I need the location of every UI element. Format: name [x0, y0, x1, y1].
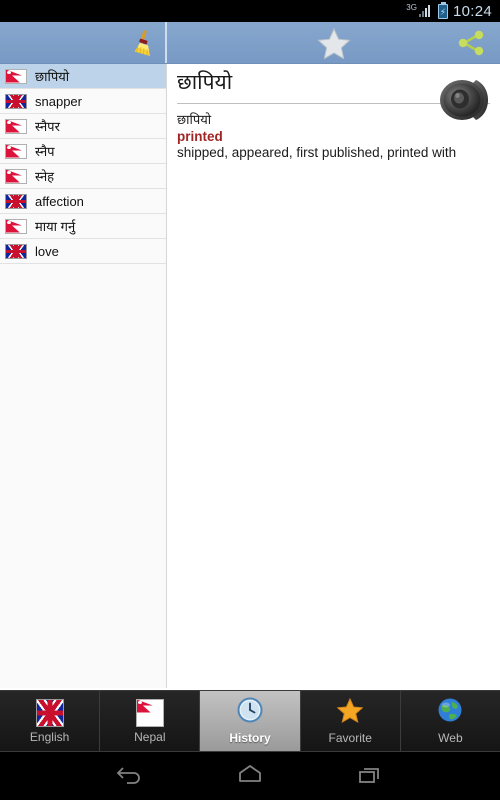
battery-charging-icon: ⚡ [437, 1, 448, 19]
tab-label: Web [438, 731, 463, 745]
speaker-icon[interactable] [436, 74, 492, 131]
list-item[interactable]: स्नैपर [0, 114, 166, 139]
tab-label: History [229, 731, 271, 745]
tab-web[interactable]: Web [400, 691, 500, 751]
list-item-label: स्नैप [35, 144, 55, 159]
nepal-flag-icon [135, 698, 164, 727]
status-clock: 10:24 [452, 2, 492, 20]
list-item[interactable]: affection [0, 189, 166, 214]
signal-bars-icon [418, 5, 433, 17]
list-item[interactable]: छापियो [0, 64, 166, 89]
uk-flag-icon [5, 193, 27, 209]
tab-favorite[interactable]: Favorite [300, 691, 401, 751]
list-item[interactable]: love [0, 239, 166, 264]
network-type-label: 3G [406, 3, 417, 12]
home-icon[interactable] [235, 763, 265, 790]
definition-pane: छापियो छापियो printed shipped, appeared,… [167, 64, 500, 688]
uk-flag-icon [35, 698, 64, 727]
translation-text: printed [177, 129, 223, 145]
broom-icon[interactable] [129, 29, 155, 57]
tab-history[interactable]: History [200, 691, 301, 751]
action-bar-right [167, 22, 500, 63]
list-item-label: love [35, 243, 59, 259]
recent-apps-icon[interactable] [355, 763, 385, 790]
list-item[interactable]: माया गर्नु [0, 214, 166, 239]
action-bar [0, 22, 500, 64]
tab-label: Favorite [328, 730, 372, 745]
nepal-flag-icon [5, 118, 27, 134]
phone-screen: 3G ⚡ 10:24 छापियो snapper स्नैपर स्नैप स… [0, 0, 500, 800]
list-item-label: छापियो [35, 69, 70, 84]
synonyms-text: shipped, appeared, first published, prin… [177, 145, 457, 161]
action-bar-left [0, 22, 167, 63]
uk-flag-icon [5, 243, 27, 259]
list-item-label: स्नेह [35, 169, 55, 184]
clock-icon [237, 697, 263, 728]
tab-english[interactable]: English [0, 691, 101, 751]
nepal-flag-icon [5, 68, 27, 84]
main-content: छापियो snapper स्नैपर स्नैप स्नेह affect… [0, 64, 500, 688]
list-item[interactable]: स्नेह [0, 164, 166, 189]
back-icon[interactable] [115, 763, 145, 790]
tab-label: Nepal [134, 729, 166, 744]
nepal-flag-icon [5, 168, 27, 184]
uk-flag-icon [5, 93, 27, 109]
list-item[interactable]: स्नैप [0, 139, 166, 164]
tab-nepal[interactable]: Nepal [100, 691, 201, 751]
star-icon[interactable] [316, 27, 351, 59]
nepal-flag-icon [5, 143, 27, 159]
history-list[interactable]: छापियो snapper स्नैपर स्नैप स्नेह affect… [0, 64, 167, 688]
share-icon[interactable] [456, 29, 486, 57]
nepal-flag-icon [5, 218, 27, 234]
list-item[interactable]: snapper [0, 89, 166, 114]
list-item-label: माया गर्नु [35, 219, 76, 234]
globe-icon [437, 697, 463, 728]
list-item-label: affection [35, 193, 84, 209]
bottom-tab-bar: English Nepal History Favorite Web [0, 690, 500, 752]
android-nav-bar [0, 752, 500, 800]
status-bar: 3G ⚡ 10:24 [0, 0, 500, 22]
star-icon [336, 697, 364, 728]
list-item-label: snapper [35, 93, 82, 109]
tab-label: English [29, 729, 70, 744]
list-item-label: स्नैपर [35, 119, 60, 134]
